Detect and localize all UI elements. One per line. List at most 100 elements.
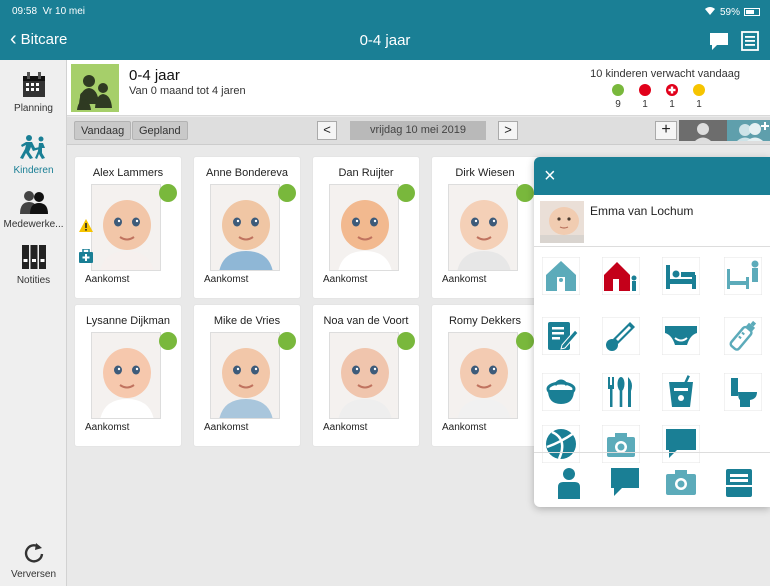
arrival-label: Aankomst bbox=[85, 422, 130, 433]
panel-bottom-bar bbox=[534, 452, 770, 507]
child-card[interactable]: Lysanne Dijkman Aankomst bbox=[75, 305, 181, 446]
add-child-icon bbox=[737, 122, 769, 141]
wake-up-icon[interactable] bbox=[723, 256, 763, 296]
sidebar-item-notities[interactable]: Notities bbox=[0, 244, 67, 286]
child-head-icon bbox=[695, 123, 711, 141]
planned-button[interactable]: Gepland bbox=[132, 121, 188, 140]
child-name: Romy Dekkers bbox=[448, 315, 522, 327]
group-subtitle: Van 0 maand tot 4 jaren bbox=[129, 85, 246, 97]
notes-binders-icon bbox=[21, 245, 47, 273]
child-photo bbox=[210, 184, 280, 271]
toilet-icon[interactable] bbox=[723, 372, 763, 412]
sidebar-item-kinderen[interactable]: Kinderen bbox=[0, 134, 67, 176]
child-name: Dan Ruijter bbox=[338, 167, 394, 179]
add-button[interactable]: + bbox=[655, 121, 677, 140]
photo-icon[interactable] bbox=[662, 463, 700, 501]
child-name: Alex Lammers bbox=[92, 167, 164, 179]
arrival-label: Aankomst bbox=[204, 274, 249, 285]
calendar-icon bbox=[22, 72, 46, 101]
child-photo bbox=[448, 184, 518, 271]
sidebar-item-planning[interactable]: Planning bbox=[0, 72, 67, 114]
refresh-button[interactable]: Verversen bbox=[0, 542, 67, 580]
child-actions-panel: × Emma van Lochum bbox=[534, 157, 770, 507]
child-card[interactable]: Dan Ruijter Aankomst bbox=[313, 157, 419, 298]
status-time: 09:58 Vr 10 mei bbox=[12, 6, 86, 17]
panel-child-row[interactable]: Emma van Lochum bbox=[534, 195, 770, 247]
panel-header: × bbox=[534, 157, 770, 195]
warning-icon bbox=[79, 219, 93, 232]
child-card[interactable]: Dirk Wiesen Aankomst bbox=[432, 157, 538, 298]
drink-icon[interactable] bbox=[661, 372, 701, 412]
child-name: Dirk Wiesen bbox=[455, 167, 515, 179]
close-icon[interactable]: × bbox=[544, 166, 556, 186]
wifi-icon bbox=[704, 6, 716, 18]
present-status-dot bbox=[516, 332, 534, 350]
absent-dot-icon bbox=[639, 84, 651, 96]
arrival-label: Aankomst bbox=[85, 274, 130, 285]
child-card[interactable]: Mike de Vries Aankomst bbox=[194, 305, 300, 446]
list-document-icon[interactable] bbox=[740, 31, 762, 51]
child-name: Mike de Vries bbox=[213, 315, 281, 327]
group-header: 0-4 jaar Van 0 maand tot 4 jaren 10 kind… bbox=[67, 60, 770, 116]
child-photo bbox=[329, 184, 399, 271]
expected-count: 10 kinderen verwacht vandaag bbox=[590, 68, 740, 80]
child-photo bbox=[329, 332, 399, 419]
add-child-view-button[interactable] bbox=[727, 120, 770, 141]
bed-icon[interactable] bbox=[661, 256, 701, 296]
present-status-dot bbox=[278, 184, 296, 202]
arrival-label: Aankomst bbox=[442, 274, 487, 285]
single-child-view-button[interactable] bbox=[679, 120, 727, 141]
departure-house-icon[interactable] bbox=[601, 256, 641, 296]
child-profile-icon[interactable] bbox=[550, 463, 588, 501]
employees-icon bbox=[19, 191, 49, 217]
child-name: Noa van de Voort bbox=[323, 315, 409, 327]
current-date: vrijdag 10 mei 2019 bbox=[350, 121, 486, 140]
sick-cross-icon bbox=[666, 84, 678, 96]
page-title: 0-4 jaar bbox=[359, 32, 411, 49]
present-status-dot bbox=[397, 184, 415, 202]
child-photo bbox=[210, 332, 280, 419]
today-button[interactable]: Vandaag bbox=[74, 121, 132, 140]
present-dot-icon bbox=[612, 84, 624, 96]
chat-bubble-icon[interactable] bbox=[708, 31, 730, 51]
bottle-icon[interactable] bbox=[723, 316, 763, 356]
meal-icon[interactable] bbox=[601, 372, 641, 412]
navigation-bar: ‹ Bitcare 0-4 jaar bbox=[0, 22, 770, 60]
status-bar: 09:58 Vr 10 mei 59% bbox=[0, 0, 770, 22]
thermometer-icon[interactable] bbox=[601, 316, 641, 356]
child-photo bbox=[91, 184, 161, 271]
next-day-button[interactable]: > bbox=[498, 121, 518, 140]
present-status-dot bbox=[278, 332, 296, 350]
date-toolbar: Vandaag Gepland < vrijdag 10 mei 2019 > … bbox=[67, 117, 770, 145]
child-card[interactable]: Anne Bondereva Aankomst bbox=[194, 157, 300, 298]
panel-child-name: Emma van Lochum bbox=[590, 204, 694, 218]
arrival-label: Aankomst bbox=[323, 274, 368, 285]
chat-icon[interactable] bbox=[606, 463, 644, 501]
child-name: Anne Bondereva bbox=[206, 167, 288, 179]
report-edit-icon[interactable] bbox=[541, 316, 581, 356]
child-card[interactable]: Romy Dekkers Aankomst bbox=[432, 305, 538, 446]
battery-indicator: 59% bbox=[704, 6, 760, 18]
arrival-label: Aankomst bbox=[204, 422, 249, 433]
potty-icon[interactable] bbox=[541, 372, 581, 412]
refresh-icon bbox=[23, 543, 45, 567]
battery-icon bbox=[744, 8, 760, 16]
arrival-label: Aankomst bbox=[442, 422, 487, 433]
child-card[interactable]: Noa van de Voort Aankomst bbox=[313, 305, 419, 446]
top-bar: 09:58 Vr 10 mei 59% ‹ Bitcare 0-4 jaar bbox=[0, 0, 770, 60]
arrival-house-icon[interactable] bbox=[541, 256, 581, 296]
diaper-icon[interactable] bbox=[661, 316, 701, 356]
present-status-dot bbox=[397, 332, 415, 350]
child-avatar bbox=[540, 201, 584, 243]
children-running-icon bbox=[19, 135, 48, 163]
child-card[interactable]: Alex Lammers Aankomst bbox=[75, 157, 181, 298]
sidebar-item-medewerkers[interactable]: Medewerke... bbox=[0, 190, 67, 230]
child-name: Lysanne Dijkman bbox=[86, 315, 170, 327]
child-photo bbox=[91, 332, 161, 419]
file-icon[interactable] bbox=[720, 463, 758, 501]
status-count-absent: 1 bbox=[638, 84, 652, 110]
group-photo bbox=[71, 64, 119, 112]
medical-kit-icon bbox=[79, 249, 93, 263]
previous-day-button[interactable]: < bbox=[317, 121, 337, 140]
status-count-present: 9 bbox=[611, 84, 625, 110]
